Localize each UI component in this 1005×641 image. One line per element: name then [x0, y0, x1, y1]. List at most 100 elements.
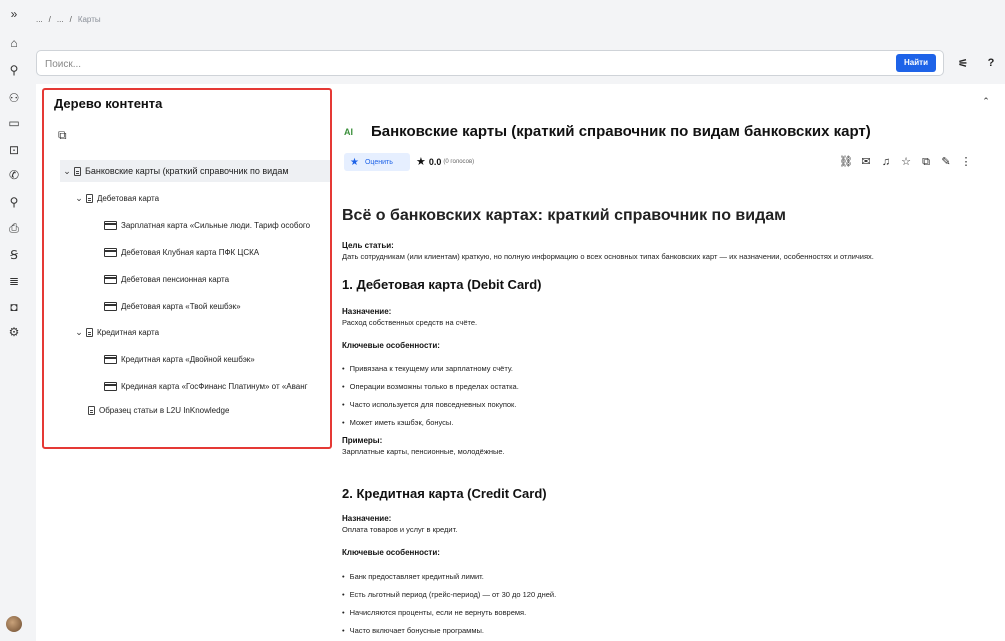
- goal-label: Цель статьи:: [342, 241, 394, 250]
- chevron-down-icon[interactable]: ⌄: [72, 327, 86, 338]
- credit-card-icon: [104, 381, 117, 391]
- tree-node-item[interactable]: Кредитная карта «Двойной кешбэк»: [104, 348, 330, 370]
- credit-card-icon: [104, 220, 117, 230]
- filter-icon[interactable]: ⚟: [952, 52, 974, 74]
- search-button[interactable]: Найти: [896, 54, 936, 72]
- tree-node-label: Кредитная карта «Двойной кешбэк»: [121, 354, 255, 364]
- purpose-label: Назначение:: [342, 307, 392, 316]
- list-item: Привязана к текущему или зарплатному счё…: [342, 364, 513, 373]
- list-item: Начисляются проценты, если не вернуть во…: [342, 608, 527, 617]
- list-item: Операции возможны только в пределах оста…: [342, 382, 519, 391]
- edit-icon[interactable]: ✎: [936, 153, 956, 171]
- tree-node-sample[interactable]: Образец статьи в L2U InKnowledge: [88, 399, 229, 421]
- search-input[interactable]: [43, 55, 867, 73]
- section-heading-credit: 2. Кредитная карта (Credit Card): [342, 486, 547, 501]
- tree-node-label: Крединая карта «ГосФинанс Платинум» от «…: [121, 381, 308, 391]
- tree-node-label: Образец статьи в L2U InKnowledge: [99, 405, 230, 415]
- list-item: Банк предоставляет кредитный лимит.: [342, 572, 484, 581]
- content-tree: Дерево контента ⧉ ⌄ Банковские карты (кр…: [42, 88, 332, 449]
- article-title: Банковские карты (краткий справочник по …: [371, 123, 871, 140]
- phone-icon[interactable]: ✆: [0, 165, 28, 185]
- more-icon[interactable]: ⋮: [956, 153, 976, 171]
- database-icon[interactable]: ≣: [0, 271, 28, 291]
- link-icon[interactable]: ⛓: [836, 153, 856, 171]
- tree-node-item[interactable]: Зарплатная карта «Сильные люди. Тариф ос…: [104, 214, 330, 236]
- purpose-text: Расход собственных средств на счёте.: [342, 318, 478, 327]
- dollar-icon[interactable]: Ꞩ: [0, 245, 28, 265]
- tree-node-label: Дебетовая карта «Твой кешбэк»: [121, 301, 241, 311]
- tree-title: Дерево контента: [54, 96, 163, 111]
- rating: ★ 0.0 (0 голосов): [416, 155, 474, 168]
- rate-button[interactable]: ★ Оценить: [344, 153, 410, 171]
- document-icon: [86, 193, 93, 203]
- lock-icon[interactable]: ⊡: [0, 140, 28, 160]
- breadcrumb-ellipsis[interactable]: ...: [36, 15, 43, 24]
- tree-node-label: Банковские карты (краткий справочник по …: [85, 166, 289, 176]
- document-icon: [86, 327, 93, 337]
- left-rail: » ⌂ ⚲ ⚇ ▭ ⊡ ✆ ⚲ ⎙ Ꞩ ≣ ◘ ⚙: [0, 0, 28, 641]
- bell-icon[interactable]: ♫: [876, 153, 896, 171]
- ai-badge: AI: [344, 127, 353, 137]
- search-bar: Найти: [36, 50, 944, 76]
- list-item: Есть льготный период (грейс-период) — от…: [342, 590, 557, 599]
- tree-node-label: Кредитная карта: [97, 327, 160, 337]
- tree-node-debit[interactable]: ⌄ Дебетовая карта: [72, 187, 159, 209]
- goal-text: Дать сотрудникам (или клиентам) краткую,…: [342, 252, 874, 261]
- breadcrumb: ... / ... / Карты: [28, 0, 1005, 38]
- help-icon[interactable]: ?: [980, 52, 1002, 74]
- tree-node-label: Дебетовая карта: [97, 193, 160, 203]
- tree-node-item[interactable]: Крединая карта «ГосФинанс Платинум» от «…: [104, 375, 330, 397]
- article-heading: Всё о банковских картах: краткий справоч…: [342, 207, 786, 224]
- credit-card-icon: [104, 274, 117, 284]
- star-icon: ★: [350, 156, 359, 168]
- add-document-icon[interactable]: ⧉: [58, 128, 67, 143]
- section-heading-debit: 1. Дебетовая карта (Debit Card): [342, 277, 542, 292]
- star-icon: ★: [416, 156, 426, 168]
- person-pin-icon[interactable]: ⚲: [0, 192, 28, 212]
- tree-node-label: Дебетовая Клубная карта ПФК ЦСКА: [121, 247, 260, 257]
- examples-label: Примеры:: [342, 436, 383, 445]
- rating-votes: (0 голосов): [443, 158, 475, 165]
- list-item: Может иметь кэшбэк, бонусы.: [342, 418, 454, 427]
- tree-node-item[interactable]: Дебетовая Клубная карта ПФК ЦСКА: [104, 241, 330, 263]
- mail-icon[interactable]: ✉: [856, 153, 876, 171]
- wallet-icon[interactable]: ◘: [0, 297, 28, 317]
- expand-sidebar-icon[interactable]: »: [0, 4, 28, 24]
- copy-icon[interactable]: ⧉: [916, 153, 936, 171]
- credit-card-icon: [104, 247, 117, 257]
- document-icon: [74, 166, 81, 176]
- features-label: Ключевые особенности:: [342, 341, 440, 350]
- credit-card-icon: [104, 301, 117, 311]
- tree-node-item[interactable]: Дебетовая карта «Твой кешбэк»: [104, 295, 330, 317]
- breadcrumb-ellipsis[interactable]: ...: [57, 15, 64, 24]
- article-actions: ⛓ ✉ ♫ ☆ ⧉ ✎ ⋮: [836, 153, 976, 171]
- rate-button-label: Оценить: [364, 158, 393, 166]
- user-icon[interactable]: ⚇: [0, 88, 28, 108]
- list-item: Часто используется для повседневных поку…: [342, 400, 517, 409]
- document-icon: [88, 405, 95, 415]
- tree-node-root[interactable]: ⌄ Банковские карты (краткий справочник п…: [60, 160, 330, 182]
- examples-text: Зарплатные карты, пенсионные, молодёжные…: [342, 447, 505, 456]
- search-icon[interactable]: ⚲: [0, 60, 28, 80]
- chevron-down-icon[interactable]: ⌄: [60, 166, 74, 177]
- card-icon[interactable]: ▭: [0, 113, 28, 133]
- features-label: Ключевые особенности:: [342, 548, 440, 557]
- tree-node-label: Дебетовая пенсионная карта: [121, 274, 230, 284]
- credit-card-icon: [104, 354, 117, 364]
- settings-icon[interactable]: ⚙: [0, 322, 28, 342]
- tree-node-label: Зарплатная карта «Сильные люди. Тариф ос…: [121, 220, 311, 230]
- breadcrumb-separator: /: [48, 14, 51, 24]
- tree-node-item[interactable]: Дебетовая пенсионная карта: [104, 268, 330, 290]
- chevron-down-icon[interactable]: ⌄: [72, 193, 86, 204]
- favorite-icon[interactable]: ☆: [896, 153, 916, 171]
- avatar[interactable]: [6, 616, 22, 632]
- breadcrumb-separator: /: [69, 14, 72, 24]
- chevron-up-icon[interactable]: ⌃: [979, 96, 993, 110]
- rating-value: 0.0: [428, 156, 442, 167]
- home-icon[interactable]: ⌂: [0, 33, 28, 53]
- print-icon[interactable]: ⎙: [0, 218, 28, 238]
- tree-node-credit[interactable]: ⌄ Кредитная карта: [72, 321, 159, 343]
- list-item: Часто включает бонусные программы.: [342, 626, 484, 635]
- breadcrumb-current: Карты: [77, 14, 101, 24]
- purpose-label: Назначение:: [342, 514, 392, 523]
